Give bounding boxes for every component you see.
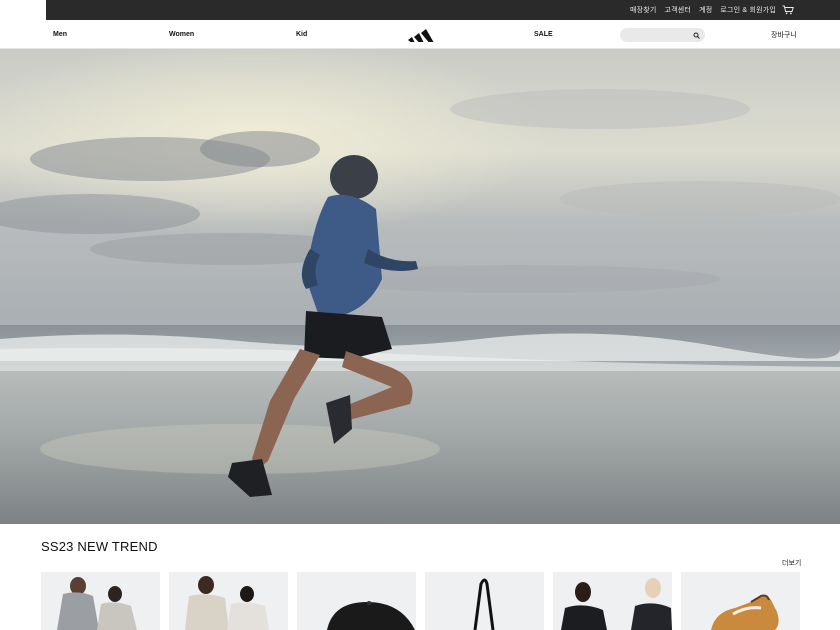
search-icon[interactable] xyxy=(693,26,700,44)
product-image xyxy=(473,578,495,630)
search-input[interactable] xyxy=(626,30,690,40)
cart-icon[interactable] xyxy=(782,5,794,15)
nav-women[interactable]: Women xyxy=(169,20,194,49)
search-bar[interactable] xyxy=(620,28,705,42)
hero-image xyxy=(0,49,840,524)
nav-cart[interactable]: 장바구니 xyxy=(771,20,797,49)
product-grid xyxy=(41,572,800,630)
adidas-logo-icon[interactable] xyxy=(407,26,435,44)
nav-men[interactable]: Men xyxy=(53,20,67,49)
product-image xyxy=(711,594,779,630)
customer-service-link[interactable]: 고객센터 xyxy=(665,5,692,15)
product-card-sneaker[interactable] xyxy=(681,572,800,630)
section-title: SS23 NEW TREND xyxy=(41,539,158,554)
utility-links: 매장찾기 고객센터 계정 로그인 & 회원가입 xyxy=(630,5,776,15)
nav-sale[interactable]: SALE xyxy=(534,20,553,49)
product-image xyxy=(327,601,415,630)
product-image xyxy=(185,576,269,630)
product-card-hoodie-duo[interactable] xyxy=(41,572,160,630)
product-card-tote-bag[interactable] xyxy=(425,572,544,630)
more-link[interactable]: 더보기 xyxy=(782,558,801,568)
product-card-jacket-duo[interactable] xyxy=(553,572,672,630)
product-image xyxy=(57,577,137,630)
login-signup-link[interactable]: 로그인 & 회원가입 xyxy=(720,5,776,15)
store-locator-link[interactable]: 매장찾기 xyxy=(630,5,657,15)
utility-bar: 매장찾기 고객센터 계정 로그인 & 회원가입 xyxy=(46,0,840,20)
account-link[interactable]: 계정 xyxy=(699,5,712,15)
hero-banner[interactable] xyxy=(0,49,840,524)
main-nav: Men Women Kid SALE 장바구니 xyxy=(0,20,840,49)
nav-kid[interactable]: Kid xyxy=(296,20,307,49)
product-card-sweatshirt-duo[interactable] xyxy=(169,572,288,630)
product-card-black-cap[interactable] xyxy=(297,572,416,630)
product-image xyxy=(561,578,672,630)
